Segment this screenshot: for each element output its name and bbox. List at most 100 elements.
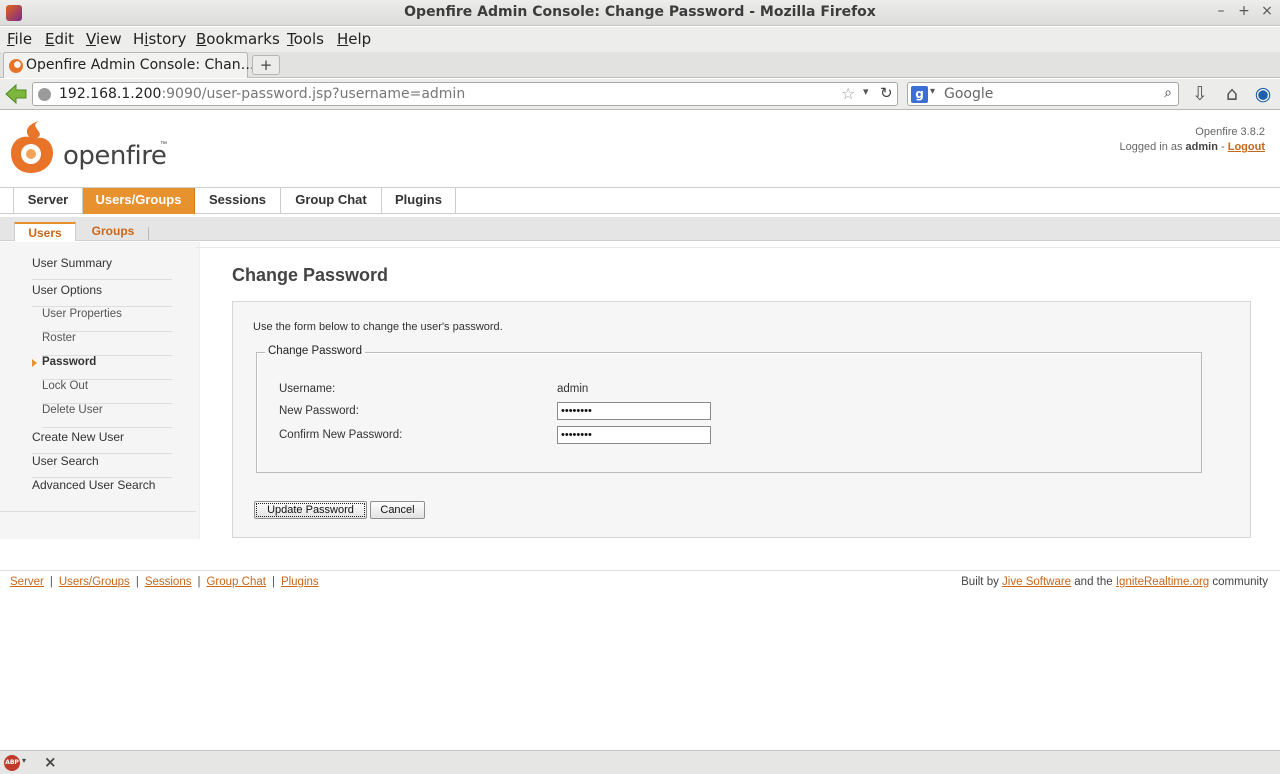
back-arrow-icon [5,83,27,105]
footer-credits: Built by Jive Software and the IgniteRea… [961,576,1268,588]
maximize-button[interactable]: + [1236,3,1252,19]
status-bar: ABP ▾ × [0,750,1280,774]
menu-tools[interactable]: Tools [287,30,324,48]
close-addon-bar-icon[interactable]: × [44,753,57,771]
footer-link-sessions[interactable]: Sessions [145,576,192,588]
sidebar-item-user-options[interactable]: User Options [32,283,172,307]
main-nav-users-groups[interactable]: Users/Groups [83,188,195,214]
menu-edit[interactable]: Edit [45,30,74,48]
reload-icon[interactable]: ↻ [880,84,893,102]
new-password-input[interactable]: •••••••• [557,402,711,420]
sidebar-item-password[interactable]: Password [42,356,172,380]
footer-and-the: and the [1074,576,1113,588]
sidebar-item-user-properties[interactable]: User Properties [42,308,172,332]
sidebar-bottom-rule [0,511,196,512]
sub-nav: Users Groups [0,217,1280,241]
url-text: 192.168.1.200:9090/user-password.jsp?use… [59,86,465,102]
sidebar-item-create-new-user[interactable]: Create New User [32,430,172,454]
menu-help[interactable]: Help [337,30,371,48]
navigation-toolbar: 192.168.1.200:9090/user-password.jsp?use… [0,79,1280,110]
tab-strip: Openfire Admin Console: Chan… + [0,52,1280,78]
sidebar-item-lock-out[interactable]: Lock Out [42,380,172,404]
sub-nav-separator [148,227,149,240]
trademark: ™ [160,141,167,148]
menu-bar: File Edit View History Bookmarks Tools H… [0,27,1280,52]
google-engine-icon[interactable]: g [911,86,928,103]
page-title: Change Password [232,265,389,285]
footer-rule [0,570,1280,571]
footer-nav: Server | Users/Groups | Sessions | Group Chat |… [10,576,319,588]
adblock-dropdown-icon[interactable]: ▾ [22,756,26,765]
site-identity-icon[interactable] [38,88,51,101]
search-placeholder: Google [944,86,994,102]
browser-tab-label: Openfire Admin Console: Chan… [26,57,255,73]
menu-bookmarks[interactable]: Bookmarks [196,30,280,48]
url-bar[interactable]: 192.168.1.200:9090/user-password.jsp?use… [32,82,898,106]
window-title: Openfire Admin Console: Change Password … [404,4,876,20]
ignite-realtime-link[interactable]: IgniteRealtime.org [1116,576,1209,588]
adblock-plus-icon[interactable]: ABP [4,755,20,771]
main-nav-sessions[interactable]: Sessions [195,188,281,214]
sidebar-item-roster[interactable]: Roster [42,332,172,356]
sidebar-item-delete-user[interactable]: Delete User [42,404,172,428]
menu-view[interactable]: View [86,30,122,48]
form-instructions: Use the form below to change the user's … [253,321,503,333]
main-nav: Server Users/Groups Sessions Group Chat … [0,187,1280,214]
sidebar: User Summary User Options User Propertie… [0,242,200,539]
sync-icon[interactable]: ◉ [1251,82,1275,106]
footer-link-users-groups[interactable]: Users/Groups [59,576,130,588]
footer-link-plugins[interactable]: Plugins [281,576,319,588]
username-value: admin [557,383,589,395]
confirm-password-label: Confirm New Password: [279,429,403,441]
sidebar-item-user-search[interactable]: User Search [32,454,172,478]
change-password-fieldset: Change Password Username: admin New Pass… [256,345,1202,473]
confirm-password-input[interactable]: •••••••• [557,426,711,444]
window-titlebar: Openfire Admin Console: Change Password … [0,0,1280,26]
sidebar-item-advanced-user-search[interactable]: Advanced User Search [32,478,172,502]
current-item-arrow-icon [32,359,37,367]
cancel-button[interactable]: Cancel [370,501,425,519]
sidebar-item-user-summary[interactable]: User Summary [32,256,172,280]
openfire-logo[interactable]: openfire ™ [9,119,179,175]
search-magnifier-icon[interactable]: ⌕ [1164,85,1172,101]
logged-in-user: admin [1185,141,1218,153]
new-password-label: New Password: [279,405,359,417]
footer-link-server[interactable]: Server [10,576,44,588]
footer-community: community [1212,576,1268,588]
minimize-button[interactable]: – [1213,3,1229,19]
url-path: :9090/user-password.jsp?username=admin [161,86,466,102]
sub-nav-groups[interactable]: Groups [80,222,146,241]
menu-history[interactable]: History [133,30,186,48]
footer-link-group-chat[interactable]: Group Chat [206,576,265,588]
downloads-icon[interactable]: ⇩ [1188,82,1212,106]
back-button[interactable] [4,83,28,105]
main-nav-server[interactable]: Server [14,188,83,214]
update-password-button[interactable]: Update Password [254,501,367,519]
search-bar[interactable]: g ▾ Google ⌕ [907,82,1179,106]
openfire-admin-page: openfire ™ Openfire 3.8.2 Logged in as a… [0,111,1280,750]
url-host: 192.168.1.200 [59,86,162,102]
logged-in-prefix: Logged in as [1119,141,1183,153]
jive-software-link[interactable]: Jive Software [1002,576,1071,588]
close-window-button[interactable]: × [1259,3,1275,19]
main-nav-plugins[interactable]: Plugins [382,188,456,214]
bookmark-star-icon[interactable]: ☆ [841,84,855,103]
main-nav-group-chat[interactable]: Group Chat [281,188,382,214]
logout-link[interactable]: Logout [1228,141,1265,153]
engine-dropdown-icon[interactable]: ▾ [930,86,935,97]
content-top-rule [196,247,1280,248]
version-label: Openfire 3.8.2 [1195,126,1265,138]
openfire-flame-icon [11,121,53,173]
openfire-favicon-icon [9,59,23,73]
home-icon[interactable]: ⌂ [1220,82,1244,106]
menu-file[interactable]: File [7,30,32,48]
browser-tab[interactable]: Openfire Admin Console: Chan… [3,52,255,78]
url-history-dropdown-icon[interactable]: ▾ [863,85,869,98]
menu-file-rest: ile [14,30,33,48]
logged-in-info: Logged in as admin - Logout [1119,141,1265,153]
change-password-panel: Use the form below to change the user's … [232,301,1251,538]
fieldset-legend: Change Password [265,345,365,357]
new-tab-button[interactable]: + [252,55,280,75]
brand-name: openfire [63,141,167,171]
sub-nav-users[interactable]: Users [14,222,76,241]
